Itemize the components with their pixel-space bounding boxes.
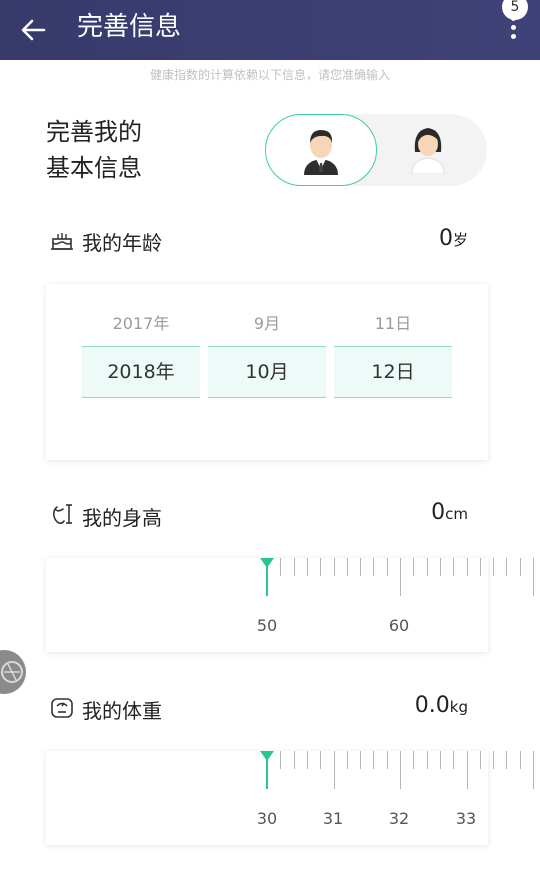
- basic-info-line2: 基本信息: [46, 154, 142, 182]
- age-value: 0岁: [439, 226, 468, 251]
- ruler-tick: [426, 558, 428, 576]
- basic-info-title: 完善我的 基本信息: [46, 114, 142, 186]
- month-selected[interactable]: 10月: [208, 346, 326, 398]
- ruler-tick: [333, 558, 335, 576]
- notification-badge: 5: [502, 0, 528, 20]
- ruler-tick: [333, 751, 335, 789]
- day-selected[interactable]: 12日: [334, 346, 452, 398]
- cake-icon: [51, 233, 73, 250]
- ruler-tick: [293, 558, 295, 576]
- ruler-label: 33: [455, 809, 477, 828]
- ruler-label: 31: [322, 809, 344, 828]
- height-person-icon: [53, 504, 72, 525]
- back-arrow-icon[interactable]: [16, 12, 52, 48]
- ruler-tick: [293, 751, 295, 769]
- scale-icon: [51, 698, 73, 718]
- ruler-tick: [320, 558, 322, 576]
- ruler-tick: [306, 558, 308, 576]
- year-prev[interactable]: 2017年: [82, 310, 200, 334]
- ruler-tick: [306, 751, 308, 769]
- aperture-icon: [1, 661, 23, 683]
- weight-unit: kg: [449, 698, 468, 716]
- ruler-tick: [533, 751, 534, 789]
- weight-label: 我的体重: [82, 699, 162, 723]
- ruler-tick: [373, 751, 375, 769]
- date-picker[interactable]: 2017年 2018年 9月 10月 11日 12日: [46, 284, 488, 460]
- floating-assist-button[interactable]: [0, 650, 26, 694]
- ruler-tick: [479, 751, 481, 769]
- more-menu-button[interactable]: [508, 16, 518, 46]
- ruler-tick: [479, 558, 481, 576]
- gender-male-option[interactable]: [265, 114, 377, 186]
- ruler-label: 32: [388, 809, 410, 828]
- ruler-tick: [346, 558, 348, 576]
- ruler-tick: [506, 751, 508, 769]
- height-ruler[interactable]: 50 60: [46, 558, 534, 652]
- ruler-tick: [506, 558, 508, 576]
- ruler-tick: [400, 751, 401, 789]
- ruler-tick: [413, 558, 415, 576]
- ruler-tick: [533, 558, 534, 596]
- ruler-tick: [493, 751, 495, 769]
- ruler-tick: [466, 751, 468, 789]
- info-hint: 健康指数的计算依赖以下信息，请您准确输入: [149, 68, 390, 82]
- basic-info-line1: 完善我的: [46, 118, 142, 146]
- ruler-tick: [453, 558, 455, 576]
- weight-value: 0.0kg: [415, 693, 468, 718]
- weight-number: 0.0: [414, 693, 450, 718]
- height-unit: cm: [445, 505, 468, 523]
- day-prev[interactable]: 11日: [334, 310, 452, 334]
- ruler-tick: [439, 558, 441, 576]
- female-avatar-icon[interactable]: [410, 122, 446, 174]
- ruler-tick: [453, 751, 455, 769]
- ruler-tick: [360, 751, 362, 769]
- ruler-tick: [426, 751, 428, 769]
- ruler-tick: [466, 558, 468, 576]
- height-number: 0: [431, 500, 446, 525]
- ruler-label: 60: [388, 616, 410, 635]
- more-dot-icon: [510, 25, 516, 30]
- ruler-pointer-head[interactable]: [260, 751, 274, 761]
- height-label: 我的身高: [82, 506, 162, 530]
- height-value: 0cm: [431, 500, 468, 525]
- ruler-label: 50: [256, 616, 278, 635]
- page-title: 完善信息: [77, 12, 182, 42]
- gender-switch[interactable]: [265, 114, 487, 186]
- ruler-tick: [519, 558, 521, 576]
- ruler-tick: [320, 751, 322, 769]
- more-dot-icon: [510, 34, 516, 39]
- ruler-tick: [346, 751, 348, 769]
- age-number: 0: [438, 226, 453, 251]
- ruler-tick: [386, 751, 388, 769]
- ruler-pointer-head[interactable]: [260, 558, 274, 568]
- ruler-tick: [493, 558, 495, 576]
- ruler-tick: [280, 751, 282, 769]
- ruler-tick: [413, 751, 415, 769]
- ruler-tick: [519, 751, 521, 769]
- month-prev[interactable]: 9月: [208, 310, 326, 334]
- ruler-tick: [386, 558, 388, 576]
- age-label: 我的年龄: [82, 231, 162, 255]
- year-selected[interactable]: 2018年: [82, 346, 200, 398]
- weight-ruler[interactable]: 30 31 32 33: [46, 751, 534, 845]
- male-avatar-icon: [304, 130, 338, 175]
- age-unit: 岁: [452, 231, 468, 249]
- ruler-tick: [373, 558, 375, 576]
- ruler-tick: [400, 558, 401, 596]
- ruler-label: 30: [256, 809, 278, 828]
- ruler-tick: [360, 558, 362, 576]
- ruler-tick: [439, 751, 441, 769]
- ruler-tick: [280, 558, 282, 576]
- app-header: 完善信息 5: [0, 0, 540, 60]
